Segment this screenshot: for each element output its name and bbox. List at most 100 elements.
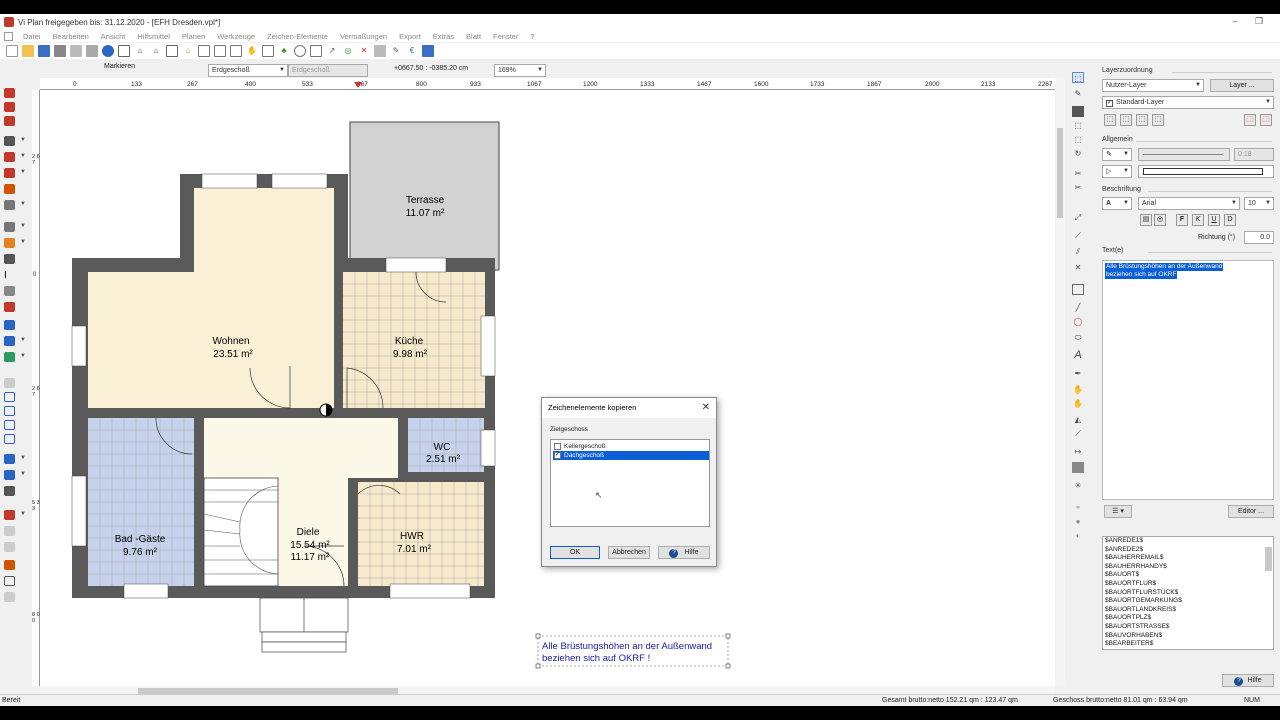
circle-tool-icon[interactable]: [294, 45, 306, 57]
chevron-down-icon[interactable]: ▼: [20, 353, 26, 359]
home-icon[interactable]: ⌂: [150, 45, 162, 57]
menu-export[interactable]: Export: [393, 32, 427, 41]
paste-icon[interactable]: [86, 45, 98, 57]
euro-icon[interactable]: €: [406, 45, 418, 57]
ellipse-tool-icon[interactable]: ⬭: [1072, 332, 1084, 343]
tree-icon[interactable]: ♣: [278, 45, 290, 57]
vertical-scroll-thumb[interactable]: [1057, 128, 1063, 218]
wall-tool-icon[interactable]: [4, 88, 15, 98]
menu-vermassungen[interactable]: Vermaßungen: [334, 32, 393, 41]
menu-bearbeiten[interactable]: Bearbeiten: [47, 32, 95, 41]
menu-hilfsmittel[interactable]: Hilfsmittel: [131, 32, 176, 41]
strike-button[interactable]: D: [1224, 214, 1236, 226]
delete-icon[interactable]: ✕: [358, 45, 370, 57]
dialog-help-button[interactable]: ? Hilfe: [658, 546, 710, 559]
list-item[interactable]: $ANREDE1$: [1105, 537, 1143, 546]
text-tool-icon[interactable]: I: [4, 270, 15, 281]
menu-blatt[interactable]: Blatt: [460, 32, 487, 41]
chevron-down-icon[interactable]: ▼: [20, 511, 26, 517]
dim-tool2-icon[interactable]: [4, 392, 15, 402]
pen-tool-icon[interactable]: [4, 526, 15, 536]
opening-tool-icon[interactable]: [4, 200, 15, 210]
dialog-close-icon[interactable]: ✕: [702, 398, 710, 418]
menu-ansicht[interactable]: Ansicht: [95, 32, 132, 41]
pattern-tool-icon[interactable]: ⟋: [1072, 428, 1084, 439]
save-icon[interactable]: [38, 45, 50, 57]
layer-type-select[interactable]: Nutzer-Layer ▼: [1102, 79, 1204, 92]
system-menu-icon[interactable]: [4, 31, 13, 41]
column-tool-icon[interactable]: [4, 116, 15, 126]
restore-button[interactable]: ❐: [1248, 14, 1270, 28]
dim-tool3-icon[interactable]: [4, 406, 15, 416]
menu-zeichen-elemente[interactable]: Zeichen-Elemente: [261, 32, 334, 41]
editor-button[interactable]: Editor ...: [1228, 505, 1274, 518]
fill-pattern-select[interactable]: [1138, 165, 1274, 178]
edit-tool-icon[interactable]: ✎: [1072, 88, 1084, 99]
measure-icon[interactable]: [310, 45, 322, 57]
info-icon[interactable]: [102, 45, 114, 57]
variable-menu-button[interactable]: ☰ ▾: [1104, 505, 1132, 518]
floor-item-dachgeschoss[interactable]: ✓ Dachgeschoß: [553, 451, 709, 460]
chevron-down-icon[interactable]: ▼: [20, 137, 26, 143]
database-icon[interactable]: [422, 45, 434, 57]
list-scroll-thumb[interactable]: [1265, 547, 1272, 571]
draw-tool-icon[interactable]: [4, 510, 15, 520]
zoom-in-icon[interactable]: [230, 45, 242, 57]
move-tool-icon[interactable]: ⬚: [1072, 120, 1084, 131]
menu-werkzeuge[interactable]: Werkzeuge: [211, 32, 261, 41]
list-item[interactable]: $BAUVORHABEN$: [1105, 632, 1162, 641]
offset-tool-icon[interactable]: ⫽: [1072, 246, 1084, 257]
hand-tool-icon[interactable]: ✋: [1072, 384, 1084, 395]
symbol-tool-icon[interactable]: [4, 302, 15, 312]
floor-select[interactable]: Erdgeschoß ▼: [208, 64, 288, 77]
drop-tool-icon[interactable]: ●: [1072, 516, 1084, 527]
object-tool-icon[interactable]: [4, 222, 15, 232]
open-folder-icon[interactable]: [22, 45, 34, 57]
layer-remove-icon[interactable]: ⬚: [1260, 114, 1272, 126]
layer-tool2-icon[interactable]: ⬚: [1120, 114, 1132, 126]
circle-green-icon[interactable]: ◎: [342, 45, 354, 57]
doc-tool-icon[interactable]: [1072, 284, 1084, 295]
zoom-select[interactable]: 169% ▼: [494, 64, 546, 77]
close-tool-icon[interactable]: ✕: [1072, 262, 1084, 273]
roof-tool-icon[interactable]: [4, 168, 15, 178]
menu-datei[interactable]: Datei: [17, 32, 47, 41]
layer-tool1-icon[interactable]: ⬚: [1104, 114, 1116, 126]
list-item[interactable]: $BAUHERRHANDY$: [1105, 563, 1167, 572]
floor-checkbox[interactable]: ✓: [554, 452, 561, 459]
wall-tool2-icon[interactable]: [4, 102, 15, 112]
list-item[interactable]: $BAUORTFLUR$: [1105, 580, 1156, 589]
menu-fenster[interactable]: Fenster: [487, 32, 524, 41]
hatch-tool-icon[interactable]: [4, 238, 15, 248]
line-tool-icon[interactable]: ╱: [1072, 302, 1084, 313]
list-item[interactable]: $BAUORTGEMARKUNG$: [1105, 597, 1182, 606]
minimize-button[interactable]: –: [1224, 14, 1246, 28]
list-item[interactable]: $BAUHERREMAIL$: [1105, 554, 1164, 563]
area-tool-icon[interactable]: [4, 336, 15, 346]
section-tool-icon[interactable]: [4, 454, 15, 464]
mirror-tool-icon[interactable]: ⬚: [1072, 134, 1084, 145]
brush-icon[interactable]: ✎: [390, 45, 402, 57]
link-tool-icon[interactable]: ⚭: [1072, 502, 1084, 513]
ok-button[interactable]: OK: [550, 546, 600, 559]
print-icon[interactable]: [54, 45, 66, 57]
layers-icon[interactable]: [262, 45, 274, 57]
list-item[interactable]: $BEARBEITER$: [1105, 640, 1153, 649]
align-center-icon[interactable]: ◎: [1154, 214, 1166, 226]
underline-button[interactable]: U: [1208, 214, 1220, 226]
help-button[interactable]: ? Hilfe: [1222, 674, 1274, 687]
chevron-down-icon[interactable]: ▼: [20, 153, 26, 159]
align-left-icon[interactable]: ▤: [1140, 214, 1152, 226]
direction-input[interactable]: 0.0: [1244, 231, 1274, 244]
zoom-all-icon[interactable]: [214, 45, 226, 57]
chevron-down-icon[interactable]: ▼: [20, 337, 26, 343]
font-size-select[interactable]: 10 ▼: [1244, 197, 1274, 210]
cancel-button[interactable]: Abbrechen: [608, 546, 650, 559]
list-item[interactable]: $BAUORTFLURSTÜCK$: [1105, 589, 1178, 598]
layer-button[interactable]: Layer ...: [1210, 79, 1274, 92]
render-tool-icon[interactable]: [4, 486, 15, 496]
layout-icon[interactable]: [118, 45, 130, 57]
paint-tool-icon[interactable]: ◐: [1072, 530, 1084, 541]
floor-item-kellergeschoss[interactable]: Kellergeschoß: [553, 442, 709, 451]
list-item[interactable]: $BAUORTPLZ$: [1105, 614, 1151, 623]
